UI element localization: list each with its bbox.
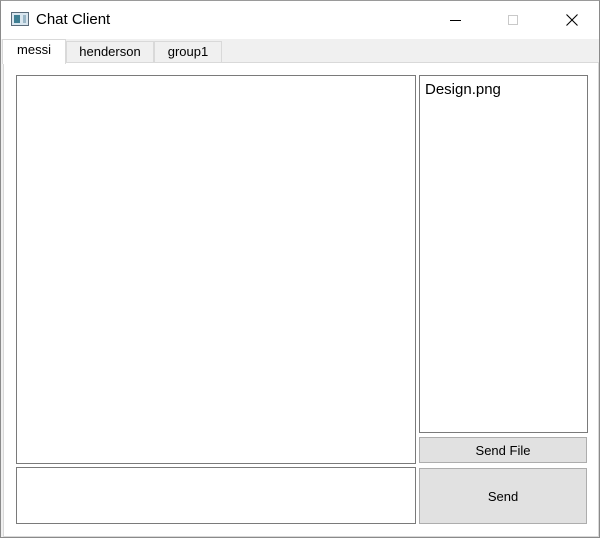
chat-client-window: Chat Client messi henderson group1 Desig… [0, 0, 600, 538]
file-list[interactable]: Design.png [419, 75, 588, 433]
close-button[interactable] [549, 1, 595, 39]
window-title: Chat Client [36, 11, 111, 28]
send-file-button[interactable]: Send File [419, 437, 587, 463]
title-bar: Chat Client [1, 1, 599, 39]
tab-messi[interactable]: messi [2, 39, 66, 64]
app-icon [11, 12, 29, 26]
tab-group1[interactable]: group1 [154, 41, 222, 63]
tab-bar: messi henderson group1 [1, 39, 599, 64]
minimize-icon [449, 19, 461, 21]
minimize-button[interactable] [432, 1, 478, 39]
tab-content-panel: Design.png Send File Send [3, 62, 599, 537]
chat-history-area[interactable] [16, 75, 416, 464]
message-input[interactable] [16, 467, 416, 524]
maximize-icon [508, 15, 518, 25]
close-icon [566, 14, 578, 26]
maximize-button[interactable] [490, 1, 536, 39]
send-button[interactable]: Send [419, 468, 587, 524]
tab-henderson[interactable]: henderson [66, 41, 154, 63]
file-list-item[interactable]: Design.png [425, 81, 501, 98]
